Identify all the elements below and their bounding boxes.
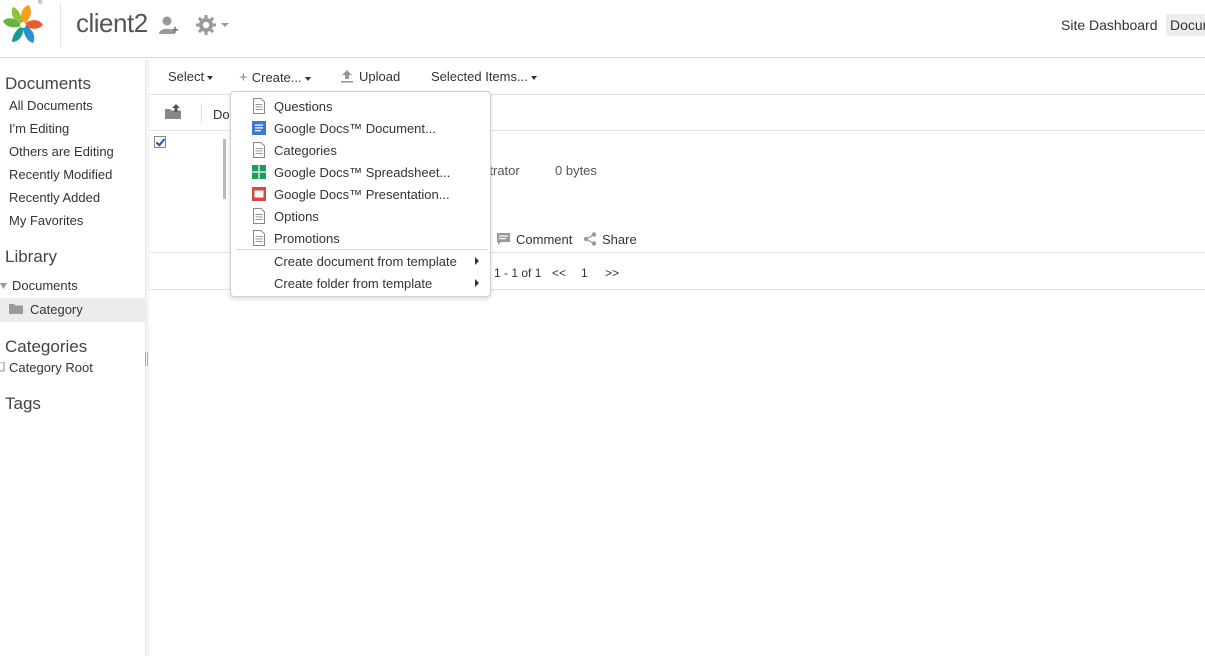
menu-item-label: Google Docs™ Document... bbox=[274, 121, 436, 136]
menu-item-label: Options bbox=[274, 209, 319, 224]
menu-item-create-document-from-template[interactable]: Create document from template bbox=[231, 250, 490, 272]
submenu-arrow-icon bbox=[475, 279, 479, 287]
select-button-label: Select bbox=[168, 69, 205, 84]
upload-icon bbox=[341, 70, 353, 83]
tree-node-category-root[interactable]: Category Root bbox=[9, 360, 93, 375]
pagination-prev[interactable]: << bbox=[552, 266, 566, 280]
registered-mark-icon: ® bbox=[38, 0, 43, 6]
comment-action[interactable]: Comment bbox=[497, 232, 572, 247]
filter-im-editing[interactable]: I'm Editing bbox=[9, 121, 69, 136]
selected-items-label: Selected Items... bbox=[431, 69, 528, 84]
pagination-page[interactable]: 1 bbox=[581, 266, 588, 280]
comment-icon bbox=[497, 233, 510, 245]
site-header: ® client2 Site Dashboard Document Librar… bbox=[0, 0, 1205, 58]
submenu-arrow-icon bbox=[475, 257, 479, 265]
upload-button-label: Upload bbox=[359, 69, 401, 84]
documents-heading[interactable]: Documents bbox=[5, 74, 91, 94]
tags-heading[interactable]: Tags bbox=[5, 394, 41, 414]
menu-item-label: Google Docs™ Spreadsheet... bbox=[274, 165, 451, 180]
share-icon bbox=[583, 232, 597, 246]
menu-item-create-folder-from-template[interactable]: Create folder from template bbox=[231, 272, 490, 294]
document-toolbar: Select + Create... Upload Selected Items.… bbox=[149, 59, 1205, 95]
path-bar-divider bbox=[201, 103, 202, 123]
library-heading[interactable]: Library bbox=[5, 247, 57, 267]
splitter-grip-icon[interactable] bbox=[145, 352, 148, 366]
tree-node-category[interactable]: Category bbox=[30, 302, 83, 317]
plus-icon: + bbox=[239, 69, 248, 86]
menu-item-label: Promotions bbox=[274, 231, 340, 246]
google-sheets-icon bbox=[252, 165, 266, 179]
nav-site-dashboard[interactable]: Site Dashboard bbox=[1061, 17, 1158, 33]
create-menu: Questions Google Docs™ Document... Categ… bbox=[230, 91, 491, 297]
selected-items-button[interactable]: Selected Items... bbox=[431, 69, 537, 84]
tree-node-documents[interactable]: Documents bbox=[12, 278, 78, 293]
create-button[interactable]: + Create... bbox=[239, 69, 311, 86]
google-slides-icon bbox=[252, 187, 266, 201]
filter-my-favorites[interactable]: My Favorites bbox=[9, 213, 83, 228]
upload-button[interactable]: Upload bbox=[340, 69, 400, 84]
breadcrumb[interactable]: Do bbox=[213, 107, 230, 122]
document-icon bbox=[253, 98, 265, 114]
caret-down-icon bbox=[530, 75, 537, 80]
select-button[interactable]: Select bbox=[168, 69, 214, 84]
menu-item-questions[interactable]: Questions bbox=[231, 95, 490, 117]
menu-item-google-docs-presentation[interactable]: Google Docs™ Presentation... bbox=[231, 183, 490, 205]
nav-document-library[interactable]: Document Library bbox=[1166, 14, 1205, 36]
alfresco-logo-icon[interactable] bbox=[0, 1, 46, 47]
gear-icon[interactable] bbox=[195, 14, 217, 36]
document-icon bbox=[253, 230, 265, 246]
document-thumbnail[interactable] bbox=[223, 139, 229, 199]
menu-item-google-docs-spreadsheet[interactable]: Google Docs™ Spreadsheet... bbox=[231, 161, 490, 183]
menu-item-promotions[interactable]: Promotions bbox=[231, 227, 490, 249]
menu-item-label: Google Docs™ Presentation... bbox=[274, 187, 450, 202]
share-action[interactable]: Share bbox=[583, 232, 637, 247]
comment-label: Comment bbox=[516, 232, 573, 247]
menu-item-label: Create document from template bbox=[274, 254, 457, 269]
document-size: 0 bytes bbox=[555, 163, 597, 178]
document-icon bbox=[253, 208, 265, 224]
chevron-down-icon[interactable] bbox=[219, 19, 231, 31]
menu-item-label: Categories bbox=[274, 143, 337, 158]
row-checkbox[interactable] bbox=[154, 136, 166, 148]
menu-item-categories[interactable]: Categories bbox=[231, 139, 490, 161]
folder-up-icon[interactable] bbox=[165, 104, 183, 120]
filter-all-documents[interactable]: All Documents bbox=[9, 98, 93, 113]
categories-heading[interactable]: Categories bbox=[5, 337, 87, 357]
google-docs-icon bbox=[252, 121, 266, 135]
filter-others-editing[interactable]: Others are Editing bbox=[9, 144, 114, 159]
document-icon bbox=[253, 142, 265, 158]
header-divider bbox=[60, 2, 61, 47]
tree-expand-icon[interactable] bbox=[0, 282, 8, 290]
site-title[interactable]: client2 bbox=[76, 8, 148, 39]
create-button-label: Create... bbox=[251, 70, 302, 85]
menu-item-label: Questions bbox=[274, 99, 333, 114]
pagination-range: 1 - 1 of 1 bbox=[494, 266, 542, 280]
filter-recently-modified[interactable]: Recently Modified bbox=[9, 167, 112, 182]
menu-item-options[interactable]: Options bbox=[231, 205, 490, 227]
menu-item-label: Create folder from template bbox=[274, 276, 433, 291]
filter-recently-added[interactable]: Recently Added bbox=[9, 190, 100, 205]
menu-item-google-docs-document[interactable]: Google Docs™ Document... bbox=[231, 117, 490, 139]
share-label: Share bbox=[602, 232, 637, 247]
category-node-icon bbox=[0, 362, 5, 372]
folder-icon bbox=[9, 304, 23, 314]
caret-down-icon bbox=[304, 76, 311, 81]
pagination-next[interactable]: >> bbox=[605, 266, 619, 280]
add-user-icon[interactable] bbox=[157, 14, 179, 36]
caret-down-icon bbox=[207, 75, 214, 80]
